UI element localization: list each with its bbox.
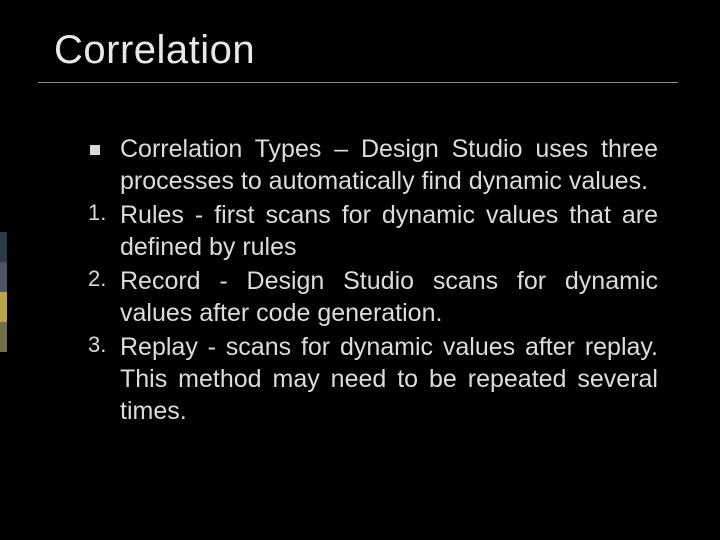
item-text: Rules - first scans for dynamic values t… [120, 201, 658, 261]
accent-color-bar [0, 232, 7, 352]
list-item: 2. Record - Design Studio scans for dyna… [120, 265, 658, 329]
slide-body: Correlation Types – Design Studio uses t… [90, 133, 658, 427]
list-item: 1. Rules - first scans for dynamic value… [120, 199, 658, 263]
slide: Correlation Correlation Types – Design S… [0, 0, 720, 540]
item-number: 3. [88, 331, 106, 359]
bullet-intro: Correlation Types – Design Studio uses t… [120, 133, 658, 197]
item-number: 2. [88, 265, 106, 293]
title-underline [38, 82, 678, 83]
item-number: 1. [88, 199, 106, 227]
title-block: Correlation [54, 28, 666, 83]
item-text: Replay - scans for dynamic values after … [120, 333, 658, 425]
item-text: Record - Design Studio scans for dynamic… [120, 267, 658, 327]
list-item: 3. Replay - scans for dynamic values aft… [120, 331, 658, 427]
slide-title: Correlation [54, 28, 666, 72]
